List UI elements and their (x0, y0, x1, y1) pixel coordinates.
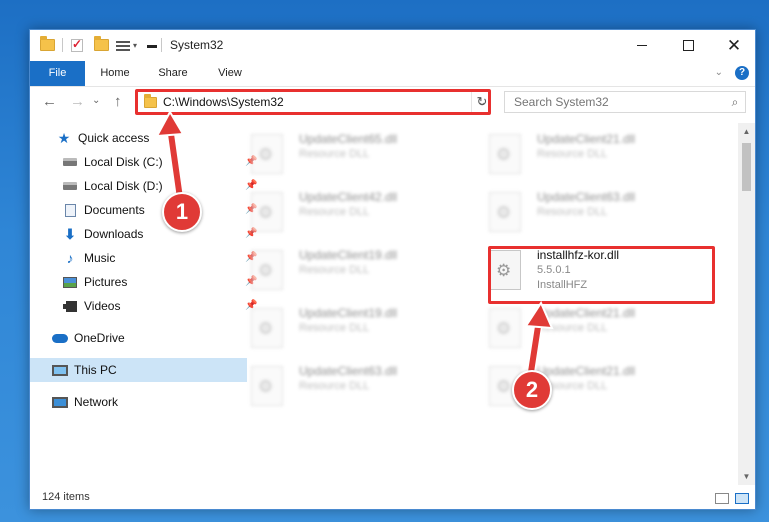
annotation-arrows (155, 109, 554, 377)
step-badge-2: 2 (512, 370, 552, 410)
step-badge-1: 1 (162, 192, 202, 232)
arrow-2-head (524, 300, 554, 330)
arrow-1-head (155, 109, 185, 138)
